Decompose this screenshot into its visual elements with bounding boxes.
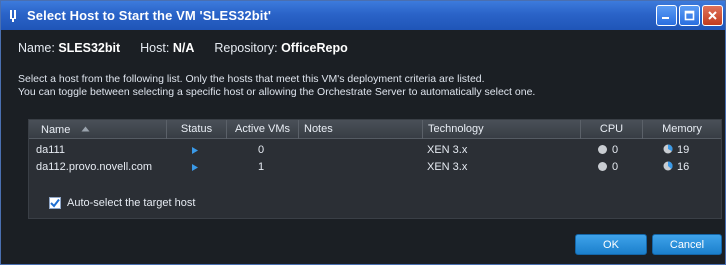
auto-select-checkbox[interactable] [49,197,61,209]
memory-value: 16 [677,161,690,173]
column-header-notes[interactable]: Notes [298,120,422,139]
cpu-gauge-icon [598,145,607,154]
sort-ascending-icon [81,123,90,135]
column-header-memory[interactable]: Memory [642,120,721,139]
host-label: Host: [140,41,170,55]
cell-memory: 19 [663,144,689,156]
memory-value: 19 [677,144,690,156]
cpu-value: 0 [612,161,619,173]
cell-name: da111 [36,144,65,156]
minimize-icon[interactable] [656,5,677,26]
instructions-line-2: You can toggle between selecting a speci… [18,86,536,98]
cell-cpu: 0 [598,144,618,156]
column-header-cpu[interactable]: CPU [580,120,642,139]
column-header-status[interactable]: Status [166,120,226,139]
vm-summary: Name: SLES32bit Host: N/A Repository: Of… [18,41,362,55]
host-group: Host: N/A [140,41,194,55]
checkmark-icon [50,198,60,208]
instructions-line-1: Select a host from the following list. O… [18,73,485,85]
title-bar[interactable]: Select Host to Start the VM 'SLES32bit' [1,1,725,30]
repository-group: Repository: OfficeRepo [214,41,347,55]
cell-active-vms: 0 [258,144,265,156]
vm-name: SLES32bit [58,41,121,55]
cell-memory: 16 [663,161,689,173]
auto-select-option[interactable]: Auto-select the target host [49,197,195,209]
auto-select-label: Auto-select the target host [67,197,196,209]
cpu-value: 0 [612,144,619,156]
ok-button[interactable]: OK [575,234,647,255]
name-label: Name: [18,41,55,55]
cell-technology: XEN 3.x [427,161,468,173]
status-flag-icon [192,145,198,157]
close-icon[interactable] [702,5,723,26]
cell-cpu: 0 [598,161,618,173]
vm-name-group: Name: SLES32bit [18,41,120,55]
cell-technology: XEN 3.x [427,144,468,156]
memory-gauge-icon [663,161,673,171]
repository-label: Repository: [214,41,278,55]
table-row[interactable]: da111 0 XEN 3.x 0 19 [29,143,721,159]
cell-name: da112.provo.novell.com [36,161,152,173]
cpu-gauge-icon [598,162,607,171]
column-header-name[interactable]: Name [41,123,90,136]
window-controls [656,5,723,26]
maximize-icon[interactable] [679,5,700,26]
app-icon [7,9,19,23]
cancel-button[interactable]: Cancel [652,234,722,255]
column-header-technology[interactable]: Technology [422,120,580,139]
repository-value: OfficeRepo [281,41,348,55]
select-host-dialog: Select Host to Start the VM 'SLES32bit' … [0,0,726,265]
memory-gauge-icon [663,144,673,154]
host-value: N/A [172,41,195,55]
window-title: Select Host to Start the VM 'SLES32bit' [27,8,272,23]
table-row[interactable]: da112.provo.novell.com 1 XEN 3.x 0 16 [29,160,721,176]
column-header-name-label: Name [41,124,71,136]
instructions: Select a host from the following list. O… [18,73,718,99]
cell-active-vms: 1 [258,161,265,173]
status-flag-icon [192,162,198,174]
table-header: Name Status Active VMs Notes Technology … [29,120,721,139]
column-header-active-vms[interactable]: Active VMs [226,120,298,139]
